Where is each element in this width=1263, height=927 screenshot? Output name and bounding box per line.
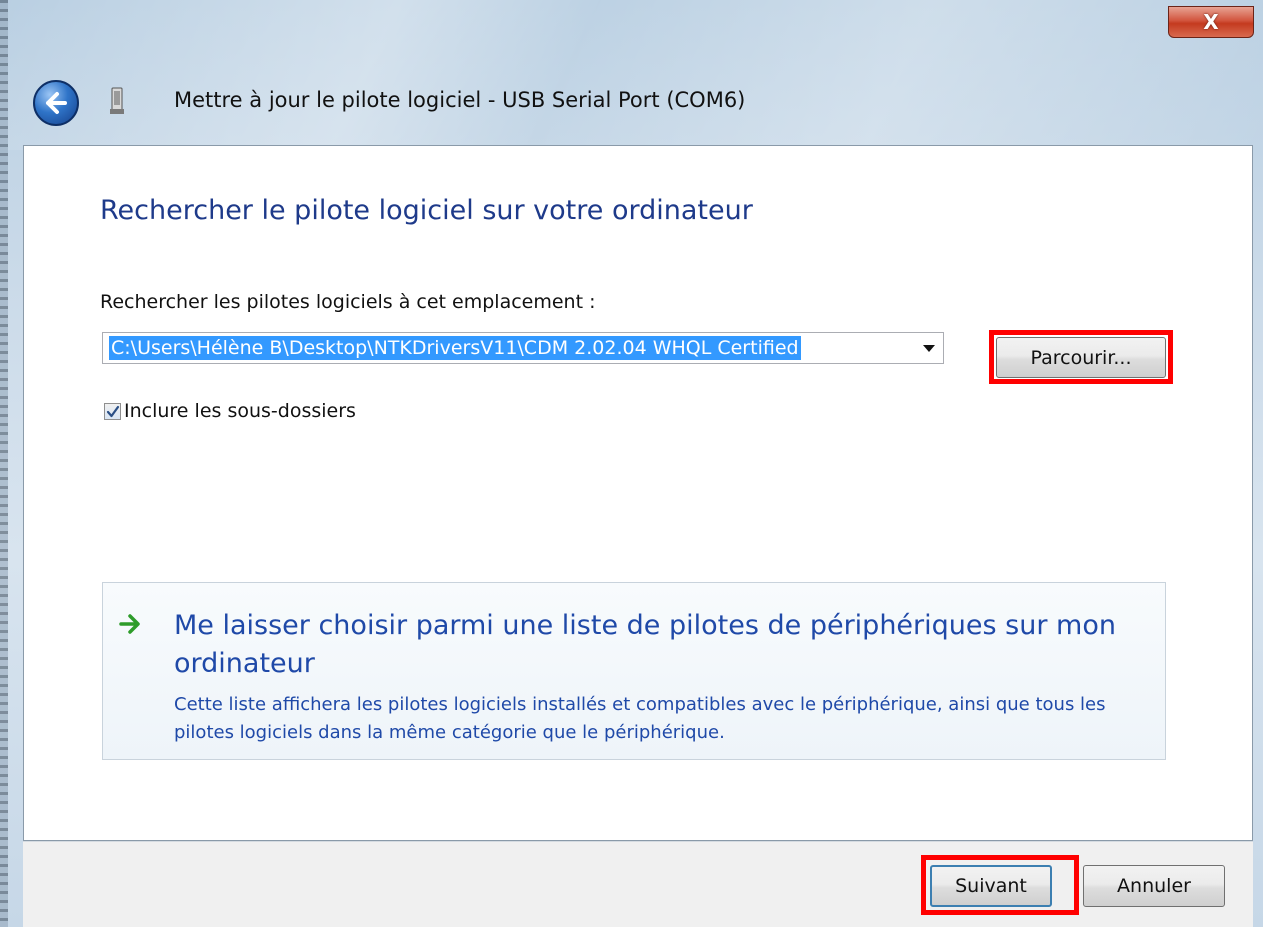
next-highlight-box	[921, 855, 1079, 915]
browse-highlight-box	[989, 330, 1173, 384]
usb-device-icon	[110, 87, 124, 114]
checkmark-icon	[106, 405, 120, 418]
back-button[interactable]	[33, 80, 79, 126]
path-combobox[interactable]: C:\Users\Hélène B\Desktop\NTKDriversV11\…	[102, 332, 944, 364]
window-title: Mettre à jour le pilote logiciel - USB S…	[174, 88, 746, 112]
choose-from-list-option[interactable]: Me laisser choisir parmi une liste de pi…	[102, 582, 1166, 760]
cancel-button[interactable]: Annuler	[1083, 865, 1225, 907]
dialog-window: X Mettre à jour le pilote logiciel - USB…	[0, 0, 1263, 927]
back-arrow-icon	[46, 92, 67, 114]
chevron-down-icon[interactable]	[923, 345, 935, 352]
choose-option-title[interactable]: Me laisser choisir parmi une liste de pi…	[174, 607, 1159, 683]
close-icon: X	[1203, 10, 1219, 34]
choose-option-description: Cette liste affichera les pilotes logici…	[174, 694, 1106, 743]
page-heading: Rechercher le pilote logiciel sur votre …	[100, 195, 753, 226]
include-subfolders-label[interactable]: Inclure les sous-dossiers	[124, 400, 356, 422]
include-subfolders-checkbox[interactable]	[104, 403, 121, 420]
path-input[interactable]: C:\Users\Hélène B\Desktop\NTKDriversV11\…	[109, 336, 801, 360]
location-label: Rechercher les pilotes logiciels à cet e…	[100, 291, 596, 313]
green-arrow-icon	[119, 614, 140, 634]
background-window-edge	[0, 0, 8, 927]
wizard-content: Rechercher le pilote logiciel sur votre …	[23, 145, 1253, 841]
close-button[interactable]: X	[1168, 6, 1254, 38]
